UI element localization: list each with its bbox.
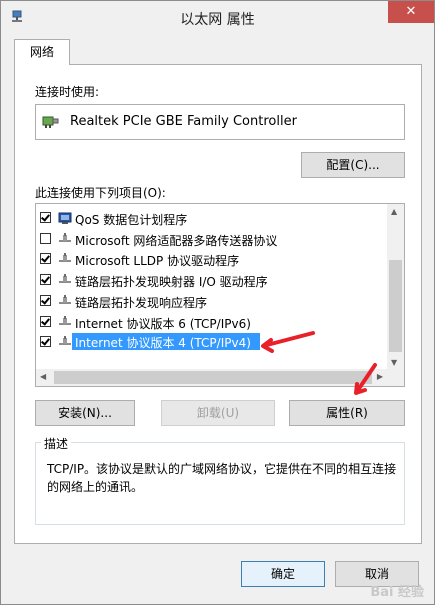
list-item[interactable]: Microsoft LLDP 协议驱动程序 <box>36 249 386 269</box>
item-checkbox[interactable] <box>40 274 51 286</box>
item-label: Microsoft 网络适配器多路传送器协议 <box>75 233 278 248</box>
protocol-icon <box>59 253 71 263</box>
network-adapter-icon <box>42 116 59 128</box>
uninstall-button[interactable]: 卸载(U) <box>161 400 275 426</box>
qos-icon <box>58 212 72 224</box>
item-checkbox[interactable] <box>40 294 51 306</box>
ok-button[interactable]: 确定 <box>241 561 325 587</box>
vertical-scrollbar[interactable]: ▲ ▼ <box>387 204 404 370</box>
item-label: Microsoft LLDP 协议驱动程序 <box>75 254 240 269</box>
adapter-box: Realtek PCIe GBE Family Controller <box>35 104 405 140</box>
scroll-right-icon[interactable]: ▶ <box>377 372 383 381</box>
item-label: 链路层拓扑发现响应程序 <box>75 295 208 310</box>
horizontal-scroll-thumb[interactable] <box>54 371 372 384</box>
list-item[interactable]: 链路层拓扑发现响应程序 <box>36 291 386 311</box>
scroll-corner <box>387 369 404 386</box>
scroll-left-icon[interactable]: ◀ <box>40 372 46 381</box>
item-label: Internet 协议版本 4 (TCP/IPv4) <box>75 336 251 351</box>
window-title: 以太网 属性 <box>180 12 255 28</box>
protocol-icon <box>59 336 71 345</box>
watermark: Bai 经验 <box>370 585 424 600</box>
item-checkbox[interactable] <box>40 315 51 327</box>
configure-button[interactable]: 配置(C)... <box>301 152 405 178</box>
description-label: 描述 <box>41 435 72 452</box>
vertical-scroll-thumb[interactable] <box>389 260 402 352</box>
close-button[interactable]: ✕ <box>388 1 434 23</box>
connect-using-label: 连接时使用: <box>35 85 100 99</box>
scroll-up-icon[interactable]: ▲ <box>391 207 397 216</box>
selected-highlight: Internet 协议版本 4 (TCP/IPv4) <box>72 333 260 351</box>
protocol-icon <box>59 274 71 283</box>
list-item[interactable]: Internet 协议版本 4 (TCP/IPv4) <box>36 332 386 352</box>
list-item[interactable]: QoS 数据包计划程序 <box>36 208 386 228</box>
list-item[interactable]: 链路层拓扑发现映射器 I/O 驱动程序 <box>36 270 386 290</box>
protocol-icon <box>59 232 71 242</box>
item-checkbox[interactable] <box>40 253 51 265</box>
horizontal-scrollbar[interactable]: ◀ ▶ <box>36 369 387 386</box>
item-checkbox[interactable] <box>40 336 51 348</box>
item-label: QoS 数据包计划程序 <box>75 213 188 227</box>
list-item[interactable]: Microsoft 网络适配器多路传送器协议 <box>36 229 386 249</box>
title-bar: 以太网 属性 ✕ <box>1 1 434 33</box>
components-list[interactable]: QoS 数据包计划程序 Microsoft 网络适配器多路传送器协议 Microso… <box>35 203 405 387</box>
properties-button[interactable]: 属性(R) <box>289 400 405 426</box>
items-label: 此连接使用下列项目(O): <box>35 186 166 200</box>
install-button[interactable]: 安装(N)... <box>35 400 135 426</box>
item-label: 链路层拓扑发现映射器 I/O 驱动程序 <box>75 275 268 290</box>
scroll-down-icon[interactable]: ▼ <box>391 358 397 367</box>
protocol-icon <box>59 294 71 304</box>
item-label: Internet 协议版本 6 (TCP/IPv6) <box>75 316 251 331</box>
properties-window: 以太网 属性 ✕ 网络 连接时使用: Realtek PCIe GBE Fami… <box>0 0 435 605</box>
tab-network[interactable]: 网络 <box>14 39 70 65</box>
description-text: TCP/IP。该协议是默认的广域网络协议，它提供在不同的相互连接的网络上的通讯。 <box>47 462 397 494</box>
item-checkbox[interactable] <box>40 212 51 223</box>
list-item[interactable]: Internet 协议版本 6 (TCP/IPv6) <box>36 312 386 332</box>
protocol-icon <box>59 315 71 325</box>
adapter-name: Realtek PCIe GBE Family Controller <box>70 114 297 129</box>
item-checkbox[interactable] <box>40 232 51 244</box>
